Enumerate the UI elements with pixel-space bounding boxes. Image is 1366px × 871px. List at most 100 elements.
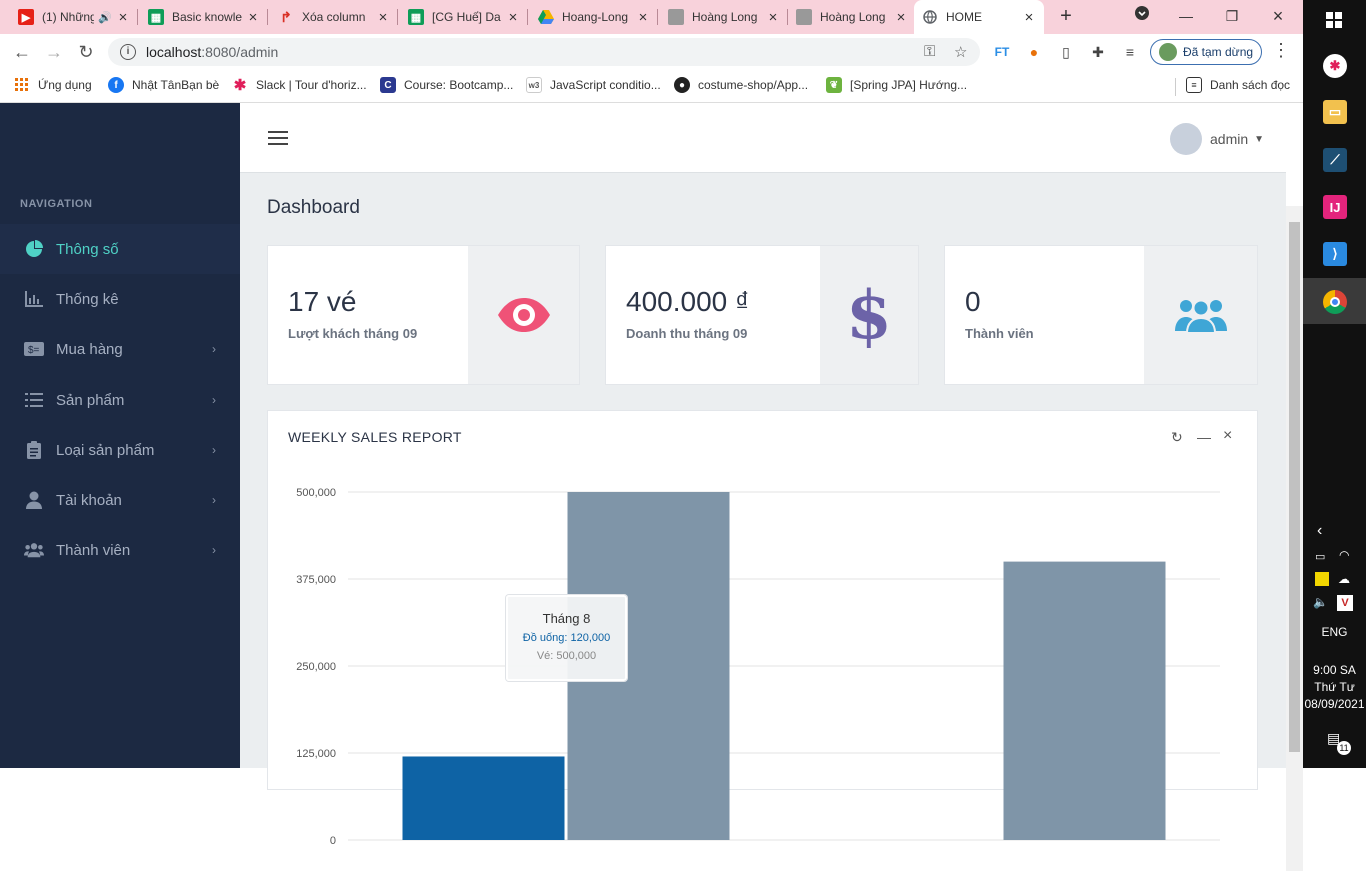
menu-toggle-icon[interactable]	[268, 131, 288, 145]
admin-app: NAVIGATION Thông số Thống kê $= Mua hàng…	[0, 103, 1303, 871]
page-scrollbar[interactable]	[1286, 206, 1303, 871]
card-title: WEEKLY SALES REPORT	[288, 429, 462, 445]
windows-start-icon[interactable]	[1326, 12, 1342, 33]
browser-chrome: ▶ (1) Những 🔊 × ▦ Basic knowledge × ↱ Xó…	[0, 0, 1303, 103]
extension-colorful-icon[interactable]: ●	[1024, 42, 1044, 62]
tab-hoang-long-drive[interactable]: Hoang-Long ×	[530, 0, 658, 34]
user-menu[interactable]: admin ▼	[1170, 123, 1264, 155]
sidebar-item-thong-ke[interactable]: Thống kê	[0, 274, 240, 324]
close-icon[interactable]: ×	[1223, 427, 1232, 445]
key-icon[interactable]: ⚿	[924, 43, 935, 60]
tab-youtube[interactable]: ▶ (1) Những 🔊 ×	[10, 0, 138, 34]
chrome-icon[interactable]	[1323, 290, 1347, 314]
site-info-icon[interactable]: i	[120, 44, 136, 60]
vietkey-icon[interactable]: V	[1337, 595, 1353, 611]
slack-icon[interactable]: ✱	[1323, 54, 1347, 78]
close-icon[interactable]: ×	[246, 9, 260, 26]
sticky-notes-icon[interactable]	[1315, 572, 1329, 586]
close-icon[interactable]: ×	[506, 9, 520, 26]
sidebar-item-san-pham[interactable]: Sản phẩm ›	[0, 375, 240, 425]
clock-date[interactable]: 08/09/2021	[1303, 697, 1366, 711]
back-button[interactable]: ←	[10, 40, 34, 64]
mysql-workbench-icon[interactable]: ⟋	[1323, 148, 1347, 172]
onedrive-icon[interactable]: ☁	[1338, 572, 1350, 586]
close-icon[interactable]: ×	[766, 9, 780, 26]
sidebar: NAVIGATION Thông số Thống kê $= Mua hàng…	[0, 103, 240, 768]
minimize-button[interactable]: —	[1168, 4, 1204, 28]
new-tab-button[interactable]: +	[1054, 5, 1078, 29]
close-icon[interactable]: ×	[116, 9, 130, 26]
scrollbar-thumb[interactable]	[1289, 222, 1300, 752]
tab-cg-hue[interactable]: ▦ [CG Huế] Da ×	[400, 0, 528, 34]
y-tick-label: 125,000	[296, 748, 336, 760]
vscode-icon[interactable]: ⟩	[1323, 242, 1347, 266]
wifi-icon[interactable]: ◠	[1339, 548, 1349, 562]
bookmark-spring[interactable]: ❦ [Spring JPA] Hướng...	[826, 77, 967, 93]
top-bar: admin ▼	[240, 103, 1286, 173]
speaker-icon[interactable]: 🔊	[98, 11, 112, 24]
tab-title: (1) Những	[42, 10, 95, 24]
volume-icon[interactable]: 🔈	[1313, 595, 1328, 609]
clock-time[interactable]: 9:00 SA	[1303, 663, 1366, 677]
sidebar-item-tai-khoan[interactable]: Tài khoản ›	[0, 475, 240, 525]
file-explorer-icon[interactable]: ▭	[1323, 100, 1347, 124]
tab-sheets-basic[interactable]: ▦ Basic knowledge ×	[140, 0, 268, 34]
bookmark-apps[interactable]: Ứng dụng	[14, 77, 92, 93]
bookmark-slack[interactable]: ✱ Slack | Tour d'horiz...	[232, 77, 367, 94]
reading-list[interactable]: ≡ Danh sách đọc	[1186, 77, 1290, 93]
close-window-button[interactable]: ×	[1260, 4, 1296, 28]
tab-xoa-column[interactable]: ↱ Xóa column ×	[270, 0, 398, 34]
reading-list-icon: ≡	[1186, 77, 1202, 93]
list-check-icon	[24, 390, 44, 410]
close-icon[interactable]: ×	[376, 9, 390, 26]
stat-card-members: 0 Thành viên	[944, 245, 1258, 385]
tab-home[interactable]: HOME ×	[914, 0, 1044, 34]
forward-button[interactable]: →	[42, 40, 66, 64]
profile-button[interactable]: Đã tạm dừng	[1150, 39, 1262, 65]
stat-value: 400.000 ₫	[626, 286, 750, 317]
stat-label: Thành viên	[965, 326, 1034, 341]
close-icon[interactable]: ×	[894, 9, 908, 26]
stat-card-revenue: 400.000 ₫ Doanh thu tháng 09 $	[605, 245, 919, 385]
money-bill-icon: $=	[24, 339, 44, 359]
url-text[interactable]: localhost:8080/admin	[146, 44, 278, 60]
stat-label: Lượt khách tháng 09	[288, 326, 418, 341]
tab-hoang-long-2[interactable]: Hoàng Long ×	[788, 0, 916, 34]
bookmark-facebook[interactable]: f Nhật TânBạn bè	[108, 77, 219, 93]
chevron-left-icon[interactable]: ‹	[1317, 522, 1322, 540]
clock-day[interactable]: Thứ Tư	[1303, 680, 1366, 694]
close-icon[interactable]: ×	[636, 9, 650, 26]
media-icon[interactable]: ≡	[1120, 42, 1140, 62]
tab-hoang-long-1[interactable]: Hoàng Long ×	[660, 0, 788, 34]
extension-ft-icon[interactable]: FT	[992, 42, 1012, 62]
language-indicator[interactable]: ENG	[1303, 625, 1366, 639]
spring-icon: ❦	[826, 77, 842, 93]
more-icon[interactable]: ⋮	[1272, 40, 1290, 61]
refresh-icon[interactable]: ↻	[1171, 429, 1183, 446]
sidebar-item-mua-hang[interactable]: $= Mua hàng ›	[0, 324, 240, 374]
close-icon[interactable]: ×	[1022, 9, 1036, 26]
sidebar-item-thong-so[interactable]: Thông số	[0, 224, 240, 274]
avatar	[1159, 43, 1177, 61]
star-icon[interactable]: ☆	[954, 43, 967, 61]
chart-tooltip: Tháng 8 Đồ uống: 120,000 Vé: 500,000	[506, 595, 627, 681]
sidebar-item-loai-san-pham[interactable]: Loại sản phẩm ›	[0, 425, 240, 475]
puzzle-icon[interactable]: ✚	[1088, 42, 1108, 62]
intellij-icon[interactable]: IJ	[1323, 195, 1347, 219]
bookmark-github[interactable]: ● costume-shop/App...	[674, 77, 808, 93]
minimize-icon[interactable]: —	[1197, 429, 1211, 445]
tab-search-icon[interactable]	[1124, 4, 1160, 28]
address-bar[interactable]: i localhost:8080/admin ⚿ ☆	[108, 38, 980, 66]
bookmark-w3schools[interactable]: w3 JavaScript conditio...	[526, 77, 661, 93]
page-icon	[668, 9, 684, 25]
facebook-icon: f	[108, 77, 124, 93]
reload-button[interactable]: ↻	[74, 40, 98, 64]
restore-button[interactable]: ❐	[1214, 4, 1250, 28]
extension-book-icon[interactable]: ▯	[1056, 42, 1076, 62]
tab-title: [CG Huế] Da	[432, 10, 501, 24]
main-content: admin ▼ Dashboard 17 vé Lượt khách tháng…	[240, 103, 1286, 847]
nav-heading: NAVIGATION	[20, 198, 93, 210]
sidebar-item-thanh-vien[interactable]: Thành viên ›	[0, 525, 240, 575]
bookmark-course[interactable]: C Course: Bootcamp...	[380, 77, 513, 93]
battery-icon[interactable]: ▭	[1315, 550, 1325, 563]
